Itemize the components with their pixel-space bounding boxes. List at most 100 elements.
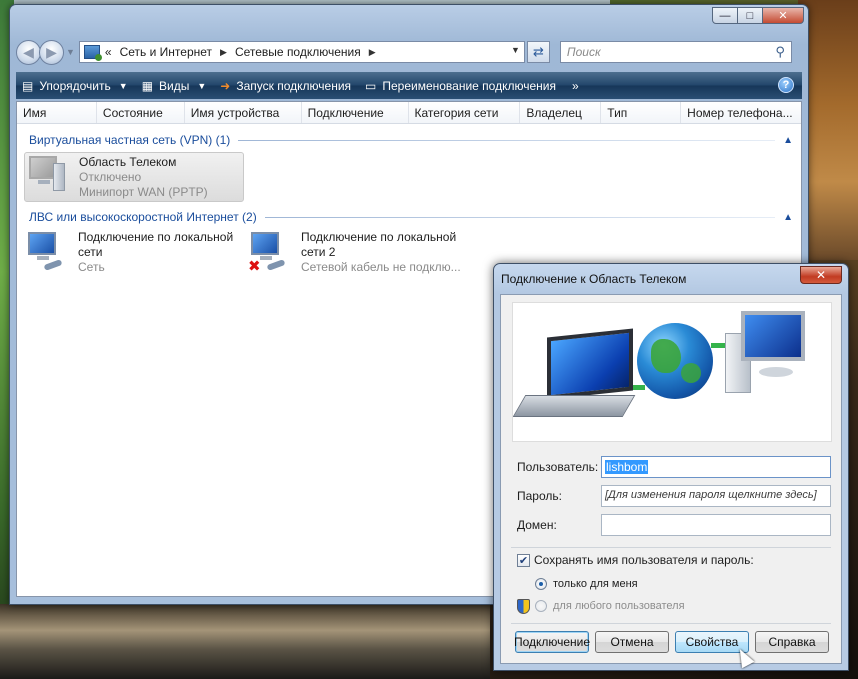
organize-label: Упорядочить <box>39 78 111 93</box>
error-x-icon: ✖ <box>248 258 261 275</box>
breadcrumb-network-connections[interactable]: Сетевые подключения <box>235 45 361 59</box>
user-value: lishbom <box>605 460 649 474</box>
back-button[interactable]: ◀ <box>16 39 41 65</box>
search-placeholder: Поиск <box>566 45 601 59</box>
recent-pages-dropdown[interactable]: ▼ <box>66 47 75 57</box>
user-row: Пользователь: lishbom <box>517 456 831 478</box>
lan-disconnected-icon: ✖ <box>247 229 295 275</box>
dialog-close-button[interactable]: ✕ <box>800 266 842 284</box>
cancel-button[interactable]: Отмена <box>595 631 669 653</box>
chevron-up-icon[interactable]: ▲ <box>783 135 793 146</box>
help-icon[interactable]: ? <box>778 77 794 93</box>
maximize-button[interactable]: □ <box>737 7 763 24</box>
connection-status: Сетевой кабель не подклю... <box>301 260 461 274</box>
network-illustration <box>512 302 832 442</box>
forward-button[interactable]: ▶ <box>39 39 64 65</box>
column-status[interactable]: Состояние <box>97 102 185 123</box>
dialog-title: Подключение к Область Телеком <box>501 272 687 286</box>
group-divider <box>238 139 776 141</box>
organize-button[interactable]: ▤ Упорядочить ▼ <box>22 79 128 93</box>
close-icon: ✕ <box>815 268 827 282</box>
dialog-divider <box>511 623 831 624</box>
column-owner[interactable]: Владелец <box>520 102 602 123</box>
dialog-buttons: Подключение Отмена Свойства Справка <box>514 631 835 653</box>
views-button[interactable]: ▦ Виды ▼ <box>142 79 207 93</box>
connection-name-line1: Подключение по локальной <box>301 230 457 244</box>
radio-only-me-label[interactable]: только для меня <box>553 578 638 590</box>
address-dropdown-icon[interactable]: ▼ <box>511 45 520 55</box>
domain-row: Домен: <box>517 514 831 536</box>
desktop-monitor-icon <box>741 311 805 361</box>
arrow-right-icon: ➜ <box>220 78 231 93</box>
chevron-down-icon: ▼ <box>197 80 207 91</box>
views-icon: ▦ <box>141 78 154 93</box>
search-input[interactable]: Поиск ⚲ <box>559 41 792 63</box>
connect-button[interactable]: Подключение <box>514 631 590 653</box>
radio-any-user-row: для любого пользователя <box>535 600 685 612</box>
user-label: Пользователь: <box>517 460 599 474</box>
monitor-stand <box>759 367 793 377</box>
refresh-icon: ⇄ <box>532 44 544 59</box>
domain-label: Домен: <box>517 518 557 532</box>
toolbar-overflow-button[interactable]: » <box>572 79 579 93</box>
radio-only-me-row: только для меня <box>535 578 638 590</box>
command-toolbar: ▤ Упорядочить ▼ ▦ Виды ▼ ➜ Запуск подклю… <box>16 72 802 99</box>
network-folder-icon <box>83 45 102 61</box>
column-phone-number[interactable]: Номер телефона... <box>681 102 801 123</box>
save-credentials-row: ✔ Сохранять имя пользователя и пароль: <box>517 553 754 567</box>
radio-any-user[interactable] <box>535 600 547 612</box>
list-item-lan-connection[interactable]: Подключение по локальной сети Сеть <box>24 229 244 279</box>
connection-name: Область Телеком <box>79 155 177 169</box>
search-icon[interactable]: ⚲ <box>775 44 785 60</box>
desktop-wallpaper-bottom <box>0 604 490 679</box>
address-bar[interactable]: « Сеть и Интернет ▶ Сетевые подключения … <box>78 41 525 63</box>
organize-icon: ▤ <box>22 78 34 93</box>
connection-name-line1: Подключение по локальной <box>78 230 234 244</box>
start-connection-button[interactable]: ➜ Запуск подключения <box>220 79 351 93</box>
column-headers: Имя Состояние Имя устройства Подключение… <box>17 102 801 124</box>
radio-any-user-label[interactable]: для любого пользователя <box>553 600 685 612</box>
column-name[interactable]: Имя <box>17 102 97 123</box>
save-credentials-label[interactable]: Сохранять имя пользователя и пароль: <box>534 553 754 567</box>
list-item-lan-connection-2[interactable]: ✖ Подключение по локальной сети 2 Сетево… <box>247 229 477 279</box>
column-type[interactable]: Тип <box>601 102 682 123</box>
laptop-base <box>513 395 636 417</box>
column-device-name[interactable]: Имя устройства <box>185 102 302 123</box>
globe-icon <box>637 323 713 399</box>
lan-connection-icon <box>24 229 72 273</box>
group-divider <box>264 216 776 218</box>
connect-dialog: Подключение к Область Телеком ✕ Пользова… <box>493 263 849 671</box>
breadcrumb-overflow[interactable]: « <box>105 45 112 59</box>
save-credentials-checkbox[interactable]: ✔ <box>517 553 530 567</box>
list-item-vpn-connection[interactable]: Область Телеком Отключено Минипорт WAN (… <box>24 152 244 202</box>
breadcrumb-separator-icon[interactable]: ▶ <box>220 47 227 58</box>
connection-device: Минипорт WAN (PPTP) <box>79 185 208 199</box>
connection-status: Сеть <box>78 260 105 274</box>
views-label: Виды <box>159 78 190 93</box>
help-button[interactable]: Справка <box>755 631 829 653</box>
connection-name-line2: сети <box>78 245 103 259</box>
navigation-bar: ◀ ▶ ▼ « Сеть и Интернет ▶ Сетевые подклю… <box>16 38 802 66</box>
uac-shield-icon <box>517 599 530 614</box>
group-header-lan[interactable]: ЛВС или высокоскоростной Интернет (2) ▲ <box>29 209 793 225</box>
breadcrumb-network-internet[interactable]: Сеть и Интернет <box>120 45 212 59</box>
column-network-category[interactable]: Категория сети <box>409 102 521 123</box>
dialog-divider <box>511 547 831 548</box>
close-button[interactable]: ✕ <box>762 7 804 24</box>
chevron-up-icon[interactable]: ▲ <box>783 212 793 223</box>
breadcrumb-separator-icon[interactable]: ▶ <box>369 47 376 58</box>
group-header-vpn[interactable]: Виртуальная частная сеть (VPN) (1) ▲ <box>29 132 793 148</box>
group-title: ЛВС или высокоскоростной Интернет (2) <box>29 210 257 224</box>
column-connection[interactable]: Подключение <box>302 102 409 123</box>
dialog-body: Пользователь: lishbom Пароль: [Для измен… <box>500 294 842 664</box>
rename-connection-button[interactable]: ▭ Переименование подключения <box>365 79 556 93</box>
connection-status: Отключено <box>79 170 142 184</box>
radio-only-me[interactable] <box>535 578 547 590</box>
window-controls: — □ ✕ <box>712 7 804 24</box>
domain-field[interactable] <box>601 514 831 536</box>
user-field[interactable]: lishbom <box>601 456 831 478</box>
minimize-button[interactable]: — <box>712 7 738 24</box>
password-field[interactable]: [Для изменения пароля щелкните здесь] <box>601 485 831 507</box>
refresh-button[interactable]: ⇄ <box>526 41 550 63</box>
group-title: Виртуальная частная сеть (VPN) (1) <box>29 133 231 147</box>
